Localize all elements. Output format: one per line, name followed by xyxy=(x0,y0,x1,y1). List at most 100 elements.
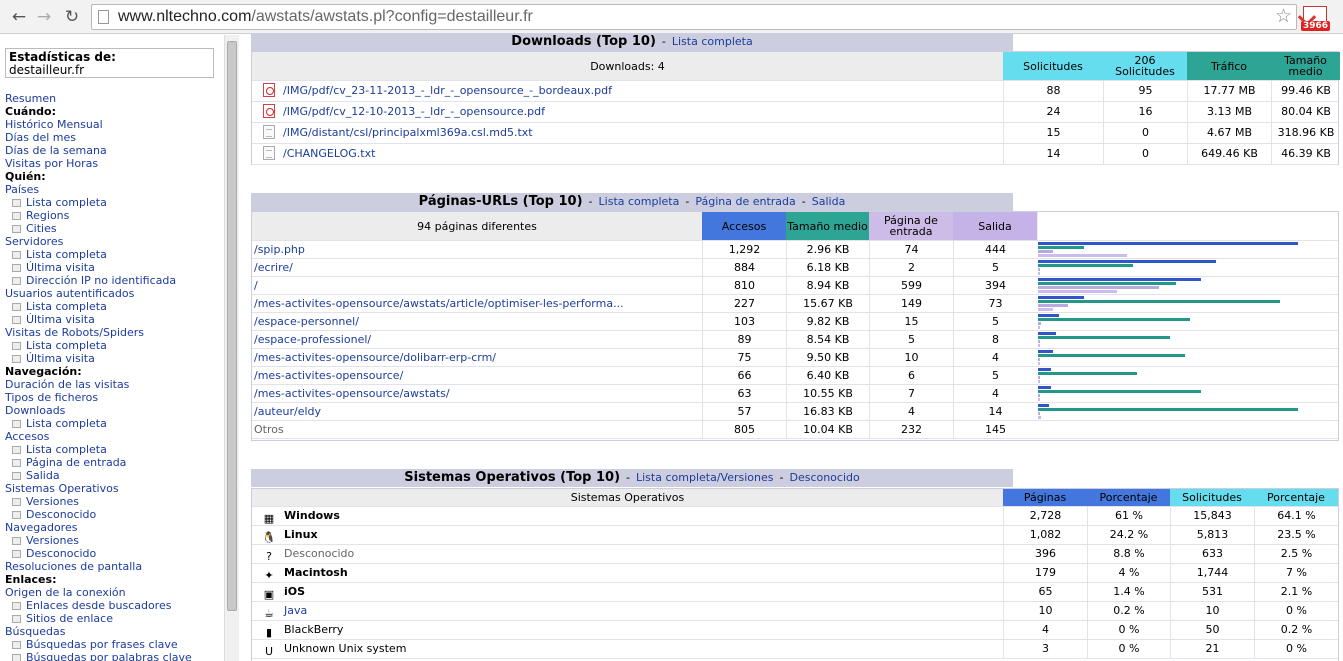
os-name[interactable]: Java xyxy=(284,604,307,617)
os-req-cell: 21 xyxy=(1170,640,1254,658)
download-req-cell: 15 xyxy=(1003,123,1103,143)
menu-item-label: Sistemas Operativos xyxy=(5,482,119,495)
address-bar[interactable]: www.nltechno.com/awstats/awstats.pl?conf… xyxy=(91,4,1297,30)
browser-toolbar: ← → ↻ www.nltechno.com/awstats/awstats.p… xyxy=(0,0,1343,34)
menu-item-label: Quién: xyxy=(5,170,46,183)
sidebar-scrollbar[interactable] xyxy=(224,35,239,661)
menu-subitem[interactable]: Búsquedas por palabras clave xyxy=(5,651,224,661)
menu-item[interactable]: Usuarios autentificados xyxy=(5,287,224,300)
pages-header-row: 94 páginas diferentes Accesos Tamaño medio… xyxy=(252,212,1338,241)
menu-subitem[interactable]: Dirección IP no identificada xyxy=(5,274,224,287)
menu-item[interactable]: Navegadores xyxy=(5,521,224,534)
page-url-link[interactable]: /espace-professionel/ xyxy=(252,331,702,348)
menu-subitem[interactable]: Lista completa xyxy=(5,196,224,209)
page-url-link[interactable]: /mes-activites-opensource/awstats/articl… xyxy=(252,295,702,312)
download-file-link[interactable]: /IMG/distant/csl/principalxml369a.csl.md… xyxy=(283,126,533,139)
linux-icon: 🐧 xyxy=(262,531,276,544)
pages-entry-link[interactable]: Página de entrada xyxy=(695,195,795,208)
page-hits-cell: 103 xyxy=(702,313,786,330)
page-url-link[interactable]: /ecrire/ xyxy=(252,259,702,276)
page-entry-cell: 599 xyxy=(869,277,953,294)
page-exit-cell: 5 xyxy=(953,259,1037,276)
download-file-link[interactable]: /CHANGELOG.txt xyxy=(283,147,375,160)
os-unknown-link[interactable]: Desconocido xyxy=(789,471,859,484)
menu-item[interactable]: Downloads xyxy=(5,404,224,417)
bar-accesos xyxy=(1038,296,1084,299)
page-url-link[interactable]: /spip.php xyxy=(252,241,702,258)
menu-subitem[interactable]: Última visita xyxy=(5,313,224,326)
menu-item[interactable]: Duración de las visitas xyxy=(5,378,224,391)
menu-subitem[interactable]: Desconocido xyxy=(5,547,224,560)
menu-item[interactable]: Histórico Mensual xyxy=(5,118,224,131)
menu-item[interactable]: Resoluciones de pantalla xyxy=(5,560,224,573)
page-entry-cell: 7 xyxy=(869,385,953,402)
menu-subitem[interactable]: Última visita xyxy=(5,261,224,274)
page-entry-cell: 15 xyxy=(869,313,953,330)
page-url-link[interactable]: / xyxy=(252,277,702,294)
menu-subitem[interactable]: Versiones xyxy=(5,534,224,547)
menu-subitem[interactable]: Salida xyxy=(5,469,224,482)
menu-item[interactable]: Tipos de ficheros xyxy=(5,391,224,404)
menu-subitem[interactable]: Cities xyxy=(5,222,224,235)
forward-arrow-icon[interactable]: → xyxy=(33,6,55,28)
table-row: ▣ iOS 65 1.4 % 531 2.1 % xyxy=(252,583,1338,602)
menu-item[interactable]: Visitas por Horas xyxy=(5,157,224,170)
menu-subitem[interactable]: Desconocido xyxy=(5,508,224,521)
menu-item-label: Regions xyxy=(26,209,70,222)
bar-tamano xyxy=(1038,264,1134,267)
menu-subitem[interactable]: Búsquedas por frases clave xyxy=(5,638,224,651)
page-bars xyxy=(1038,349,1338,366)
menu-item[interactable]: Sistemas Operativos xyxy=(5,482,224,495)
menu-item-label: Versiones xyxy=(26,495,79,508)
menu-subitem[interactable]: Página de entrada xyxy=(5,456,224,469)
downloads-header-row: Downloads: 4 Solicitudes 206 Solicitudes Tr… xyxy=(252,52,1340,81)
menu-item[interactable]: Servidores xyxy=(5,235,224,248)
page-url-link[interactable]: /espace-personnel/ xyxy=(252,313,702,330)
menu-item[interactable]: Accesos xyxy=(5,430,224,443)
page-size-cell: 9.82 KB xyxy=(786,313,869,330)
menu-subitem[interactable]: Sitios de enlace xyxy=(5,612,224,625)
menu-subitem[interactable]: Lista completa xyxy=(5,248,224,261)
menu-item[interactable]: Días de la semana xyxy=(5,144,224,157)
menu-item-label: Sitios de enlace xyxy=(26,612,113,625)
os-p1-cell: 4 % xyxy=(1087,564,1170,582)
table-row: /mes-activites-opensource/awstats/articl… xyxy=(252,295,1338,313)
url-text: www.nltechno.com/awstats/awstats.pl?conf… xyxy=(118,8,533,25)
menu-subitem[interactable]: Lista completa xyxy=(5,443,224,456)
downloads-full-list-link[interactable]: Lista completa xyxy=(672,35,753,48)
os-full-list-link[interactable]: Lista completa/Versiones xyxy=(636,471,773,484)
download-file-link[interactable]: /IMG/pdf/cv_23-11-2013_-_ldr_-_opensourc… xyxy=(283,84,612,97)
page-url-link[interactable]: /mes-activites-opensource/dolibarr-erp-c… xyxy=(252,349,702,366)
menu-item[interactable]: Días del mes xyxy=(5,131,224,144)
bookmark-star-icon[interactable]: ☆ xyxy=(1275,5,1292,27)
menu-subitem[interactable]: Lista completa xyxy=(5,339,224,352)
page-url-link[interactable]: /mes-activites-opensource/ xyxy=(252,367,702,384)
gmail-notifier-icon[interactable]: 3966 xyxy=(1301,6,1331,31)
menu-item-label: Búsquedas por frases clave xyxy=(26,638,178,651)
pages-full-list-link[interactable]: Lista completa xyxy=(599,195,680,208)
reload-icon[interactable]: ↻ xyxy=(61,6,83,28)
bar-accesos xyxy=(1038,368,1052,371)
scrollbar-thumb[interactable] xyxy=(227,41,237,611)
menu-subitem[interactable]: Versiones xyxy=(5,495,224,508)
download-file-link[interactable]: /IMG/pdf/cv_12-10-2013_-_ldr_-_opensourc… xyxy=(283,105,545,118)
menu-item[interactable]: Países xyxy=(5,183,224,196)
download-file-cell: /IMG/pdf/cv_23-11-2013_-_ldr_-_opensourc… xyxy=(252,81,1003,101)
page-url-link[interactable]: /auteur/eldy xyxy=(252,403,702,420)
menu-item[interactable]: Resumen xyxy=(5,92,224,105)
menu-item[interactable]: Visitas de Robots/Spiders xyxy=(5,326,224,339)
menu-subitem[interactable]: Regions xyxy=(5,209,224,222)
menu-subitem[interactable]: Enlaces desde buscadores xyxy=(5,599,224,612)
ios-icon: ▣ xyxy=(263,588,275,601)
menu-subitem[interactable]: Lista completa xyxy=(5,300,224,313)
menu-item[interactable]: Búsquedas xyxy=(5,625,224,638)
page-entry-cell: 74 xyxy=(869,241,953,258)
bar-entrada xyxy=(1038,358,1040,361)
page-url-link[interactable]: /mes-activites-opensource/awstats/ xyxy=(252,385,702,402)
os-name-cell: ▦ Windows xyxy=(252,507,1003,525)
pages-exit-link[interactable]: Salida xyxy=(812,195,846,208)
back-arrow-icon[interactable]: ← xyxy=(8,6,30,28)
menu-subitem[interactable]: Lista completa xyxy=(5,417,224,430)
menu-subitem[interactable]: Última visita xyxy=(5,352,224,365)
menu-item[interactable]: Origen de la conexión xyxy=(5,586,224,599)
